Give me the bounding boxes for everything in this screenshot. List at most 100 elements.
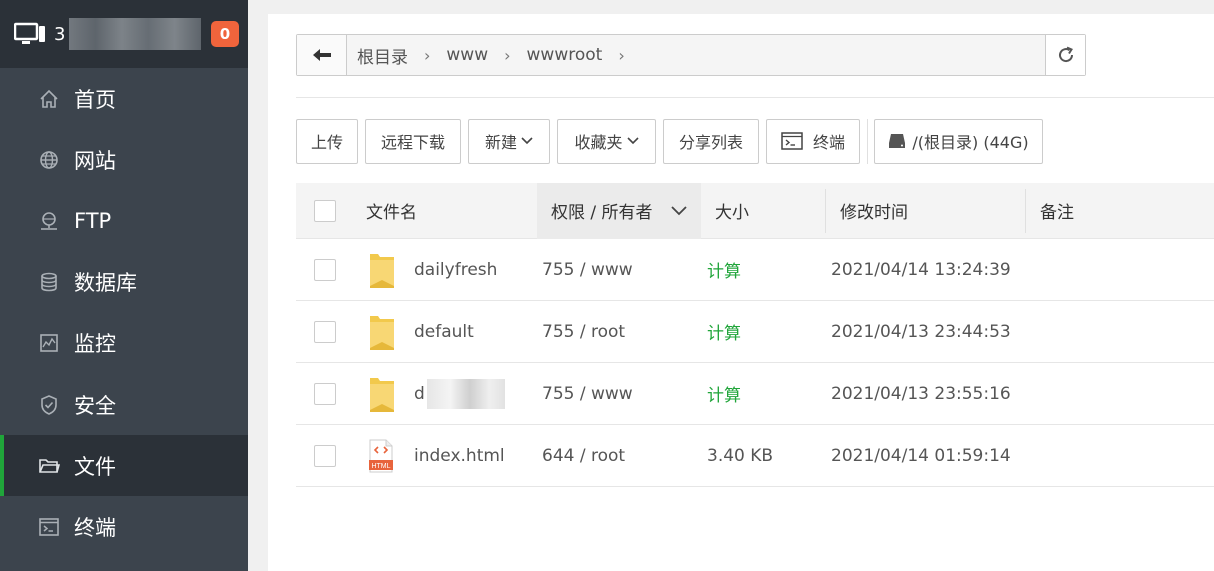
folder-icon [368, 374, 396, 414]
select-all-checkbox[interactable] [314, 199, 336, 222]
perm-value[interactable]: 755 / www [542, 384, 633, 404]
share-list-label: 分享列表 [678, 133, 743, 152]
row-checkbox[interactable] [314, 444, 336, 467]
terminal-label: 终端 [812, 133, 845, 152]
monitor-icon [14, 22, 45, 44]
row-checkbox[interactable] [314, 382, 336, 405]
sidebar-item-home[interactable]: 首页 [0, 68, 248, 129]
globe-icon [38, 149, 60, 171]
crumb-www[interactable]: www [446, 45, 488, 65]
sidebar-item-monitor[interactable]: 监控 [0, 313, 248, 374]
disk-button[interactable]: /(根目录) (44G) [874, 118, 1043, 164]
new-label: 新建 [484, 133, 517, 152]
chevron-down-icon [521, 137, 533, 145]
file-name[interactable]: index.html [414, 446, 505, 466]
database-icon [38, 271, 60, 293]
row-checkbox[interactable] [314, 258, 336, 281]
ftp-icon [38, 210, 60, 232]
favorites-button[interactable]: 收藏夹 [557, 118, 656, 164]
size-cell[interactable]: 计算 [707, 301, 831, 363]
sidebar-item-label: 安全 [74, 393, 116, 418]
sidebar-item-files[interactable]: 文件 [0, 435, 248, 497]
favorites-label: 收藏夹 [574, 133, 623, 152]
redacted-file-name [426, 378, 505, 409]
sidebar-item-label: 数据库 [74, 271, 137, 296]
file-name-cell[interactable]: dailyfresh [354, 239, 542, 301]
header-size-label: 大小 [715, 203, 749, 223]
redacted-server-name [69, 18, 202, 50]
size-cell[interactable]: 计算 [707, 363, 831, 425]
perm-cell[interactable]: 644 / root [542, 425, 707, 487]
file-name-cell[interactable]: d [354, 363, 542, 425]
remote-download-button[interactable]: 远程下载 [365, 118, 461, 164]
mtime-value: 2021/04/13 23:55:16 [831, 383, 1011, 404]
back-button[interactable] [297, 35, 347, 75]
size-calc-link[interactable]: 计算 [707, 257, 741, 282]
sidebar-item-website[interactable]: 网站 [0, 129, 248, 190]
header-note[interactable]: 备注 [1026, 183, 1206, 239]
home-icon [38, 88, 60, 110]
folder-icon [38, 455, 60, 477]
perm-value[interactable]: 644 / root [542, 446, 625, 466]
chevron-right-icon: › [618, 45, 625, 65]
header-note-label: 备注 [1040, 203, 1074, 223]
file-name[interactable]: default [414, 322, 474, 342]
upload-label: 上传 [310, 133, 343, 152]
perm-cell[interactable]: 755 / root [542, 301, 707, 363]
mtime-value: 2021/04/14 01:59:14 [831, 445, 1011, 466]
table-row[interactable]: d 755 / www 计算 2021/04/13 23:55:16 [296, 363, 1214, 425]
sidebar-item-security[interactable]: 安全 [0, 374, 248, 435]
file-name-cell[interactable]: default [354, 301, 542, 363]
sidebar-item-ftp[interactable]: FTP [0, 190, 248, 251]
html-file-icon: HTML [368, 439, 394, 473]
header-mtime-label: 修改时间 [840, 203, 908, 223]
divider [296, 97, 1214, 98]
chevron-down-icon [671, 205, 687, 216]
size-calc-link[interactable]: 计算 [707, 381, 741, 406]
perm-cell[interactable]: 755 / www [542, 239, 707, 301]
server-header: 3 0 [0, 0, 248, 68]
file-name[interactable]: d [414, 384, 425, 404]
table-header: 文件名 权限 / 所有者 大小 修改时间 备注 [296, 182, 1214, 239]
sidebar-item-database[interactable]: 数据库 [0, 252, 248, 313]
mtime-value: 2021/04/13 23:44:53 [831, 321, 1011, 342]
sidebar-item-terminal[interactable]: 终端 [0, 496, 248, 557]
share-list-button[interactable]: 分享列表 [663, 118, 759, 164]
header-name[interactable]: 文件名 [354, 183, 537, 239]
header-size[interactable]: 大小 [701, 183, 825, 239]
mtime-value: 2021/04/14 13:24:39 [831, 259, 1011, 280]
new-button[interactable]: 新建 [468, 118, 550, 164]
crumb-wwwroot[interactable]: wwwroot [527, 45, 603, 65]
refresh-button[interactable] [1045, 35, 1085, 75]
header-mtime[interactable]: 修改时间 [826, 183, 1025, 239]
disk-label: /(根目录) (44G) [912, 133, 1029, 152]
size-calc-link[interactable]: 计算 [707, 319, 741, 344]
header-perm[interactable]: 权限 / 所有者 [537, 182, 701, 239]
sidebar-item-label: 首页 [74, 87, 116, 112]
mtime-cell: 2021/04/13 23:55:16 [831, 363, 1031, 425]
file-name-cell[interactable]: HTML index.html [354, 425, 542, 487]
table-row[interactable]: HTML index.html 644 / root 3.40 KB 2021/… [296, 425, 1214, 487]
server-name: 3 [54, 23, 66, 45]
toolbar: 上传 远程下载 新建 收藏夹 分享列表 终端 /(根目录) (44G) [296, 118, 1050, 164]
sidebar-item-label: 文件 [74, 454, 116, 479]
row-select [296, 363, 354, 425]
notification-badge[interactable]: 0 [211, 21, 239, 47]
file-name[interactable]: dailyfresh [414, 260, 497, 280]
mtime-cell: 2021/04/14 01:59:14 [831, 425, 1031, 487]
crumb-root[interactable]: 根目录 [357, 43, 408, 68]
table-row[interactable]: dailyfresh 755 / www 计算 2021/04/14 13:24… [296, 239, 1214, 301]
perm-value[interactable]: 755 / root [542, 322, 625, 342]
terminal-button[interactable]: 终端 [766, 118, 860, 164]
size-cell[interactable]: 计算 [707, 239, 831, 301]
perm-value[interactable]: 755 / www [542, 260, 633, 280]
sidebar-item-label: 网站 [74, 148, 116, 173]
row-select [296, 239, 354, 301]
header-name-label: 文件名 [366, 203, 417, 223]
upload-button[interactable]: 上传 [296, 118, 358, 164]
mtime-cell: 2021/04/14 13:24:39 [831, 239, 1031, 301]
table-row[interactable]: default 755 / root 计算 2021/04/13 23:44:5… [296, 301, 1214, 363]
perm-cell[interactable]: 755 / www [542, 363, 707, 425]
path-bar: 根目录 › www › wwwroot › [296, 34, 1086, 76]
row-checkbox[interactable] [314, 320, 336, 343]
